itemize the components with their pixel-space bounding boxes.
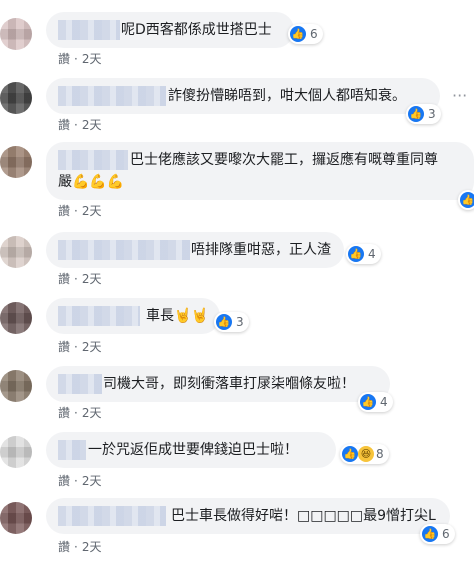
like-thumb-icon: 👍 (460, 192, 474, 208)
reaction-count[interactable]: 👍 (458, 190, 474, 210)
like-thumb-icon: 👍 (408, 106, 424, 122)
avatar[interactable] (0, 370, 32, 402)
reaction-count[interactable]: 👍 3 (214, 312, 249, 332)
haha-face-icon: 😆 (358, 446, 374, 462)
reaction-count[interactable]: 👍 4 (346, 244, 381, 264)
comment-meta: 讚 · 2天 (58, 204, 102, 218)
avatar[interactable] (0, 236, 32, 268)
comment-text: 車長🤘🤘 (146, 308, 209, 324)
reaction-number: 8 (376, 447, 384, 461)
avatar[interactable] (0, 18, 32, 50)
like-link[interactable]: 讚 (58, 540, 70, 554)
timestamp[interactable]: 2天 (82, 52, 102, 66)
like-thumb-icon: 👍 (422, 526, 438, 542)
commenter-name-blurred[interactable] (58, 86, 166, 106)
like-thumb-icon: 👍 (360, 394, 376, 410)
comment-text: 一於咒返佢成世要俾錢迫巴士啦！ (88, 442, 298, 458)
commenter-name-blurred[interactable] (58, 306, 140, 326)
like-thumb-icon: 👍 (348, 246, 364, 262)
reaction-number: 6 (310, 27, 318, 41)
comment-meta: 讚 · 2天 (58, 52, 102, 66)
timestamp[interactable]: 2天 (82, 204, 102, 218)
timestamp[interactable]: 2天 (82, 272, 102, 286)
commenter-name-blurred[interactable] (58, 240, 190, 260)
reaction-number: 4 (368, 247, 376, 261)
comment-text-line2: 嚴💪💪💪 (58, 174, 125, 190)
comment-text: 司機大哥，即刻衝落車打㞗柒嗰條友啦！ (103, 376, 355, 392)
comment-meta: 讚 · 2天 (58, 406, 102, 420)
comment-text: 詐傻扮懵睇唔到，咁大個人都唔知衰。 (168, 88, 406, 104)
reaction-number: 4 (380, 395, 388, 409)
like-link[interactable]: 讚 (58, 204, 70, 218)
comment-text-line1: 巴士佬應該又要嚟次大罷工，攞返應有嘅尊重同尊 (130, 152, 438, 168)
comment-meta: 讚 · 2天 (58, 540, 102, 554)
comment-text: 巴士車長做得好啱！□□□□□最9憎打尖L (171, 508, 436, 524)
timestamp[interactable]: 2天 (82, 118, 102, 132)
like-link[interactable]: 讚 (58, 272, 70, 286)
comment-meta: 讚 · 2天 (58, 474, 102, 488)
like-thumb-icon: 👍 (342, 446, 358, 462)
comment-text: 呢D西客都係成世搭巴士 (121, 22, 272, 38)
commenter-name-blurred[interactable] (58, 20, 120, 40)
like-thumb-icon: 👍 (216, 314, 232, 330)
reaction-number: 3 (428, 107, 436, 121)
ellipsis-icon[interactable]: ··· (452, 86, 467, 105)
like-thumb-icon: 👍 (290, 26, 306, 42)
reaction-count[interactable]: 👍 6 (420, 524, 455, 544)
reaction-count[interactable]: 👍 3 (406, 104, 441, 124)
commenter-name-blurred[interactable] (58, 150, 128, 170)
like-link[interactable]: 讚 (58, 118, 70, 132)
reaction-number: 3 (236, 315, 244, 329)
comment-text: 唔排隊重咁惡，正人渣 (191, 242, 331, 258)
comment-meta: 讚 · 2天 (58, 340, 102, 354)
commenter-name-blurred[interactable] (58, 374, 102, 394)
like-link[interactable]: 讚 (58, 52, 70, 66)
reaction-number: 6 (442, 527, 450, 541)
commenter-name-blurred[interactable] (58, 506, 166, 526)
timestamp[interactable]: 2天 (82, 340, 102, 354)
reaction-count[interactable]: 👍 6 (288, 24, 323, 44)
like-link[interactable]: 讚 (58, 406, 70, 420)
timestamp[interactable]: 2天 (82, 540, 102, 554)
commenter-name-blurred[interactable] (58, 440, 86, 460)
like-link[interactable]: 讚 (58, 474, 70, 488)
timestamp[interactable]: 2天 (82, 406, 102, 420)
comment-meta: 讚 · 2天 (58, 118, 102, 132)
avatar[interactable] (0, 146, 32, 178)
comment-meta: 讚 · 2天 (58, 272, 102, 286)
avatar[interactable] (0, 436, 32, 468)
avatar[interactable] (0, 302, 32, 334)
like-link[interactable]: 讚 (58, 340, 70, 354)
reaction-count[interactable]: 👍 4 (358, 392, 393, 412)
avatar[interactable] (0, 502, 32, 534)
timestamp[interactable]: 2天 (82, 474, 102, 488)
avatar[interactable] (0, 82, 32, 114)
reaction-count[interactable]: 👍 😆 8 (340, 444, 389, 464)
